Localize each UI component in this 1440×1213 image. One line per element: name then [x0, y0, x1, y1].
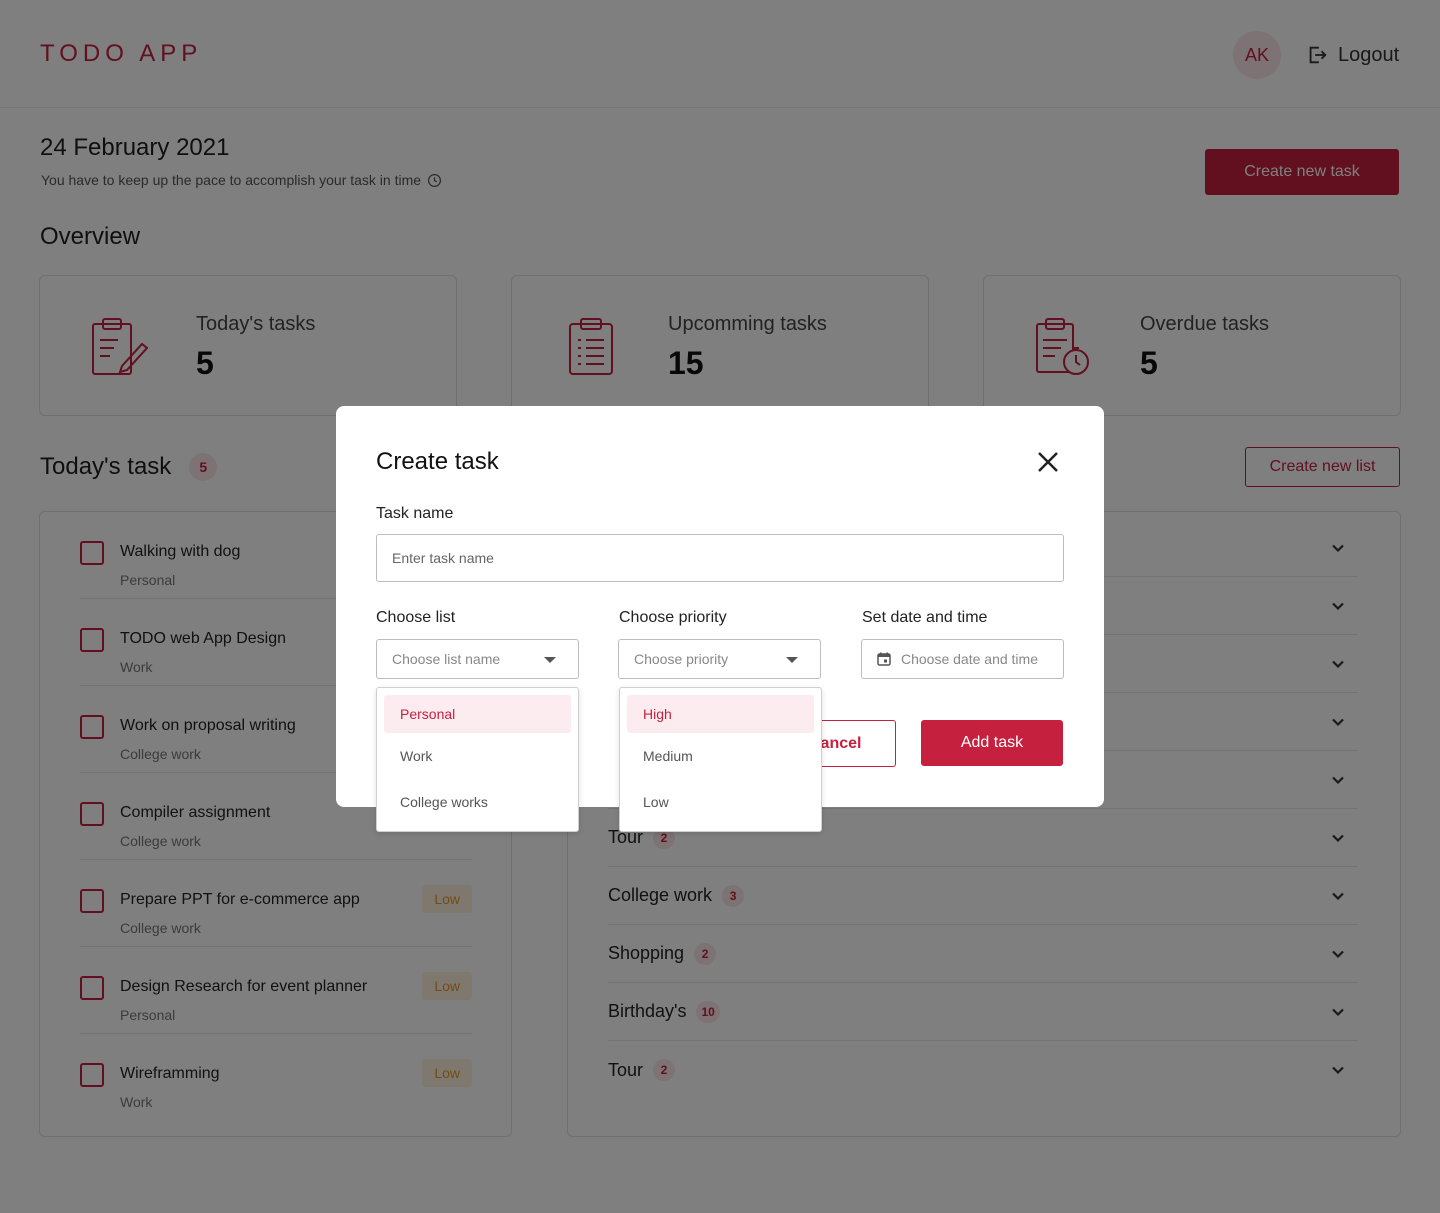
add-task-button[interactable]: Add task [921, 720, 1063, 766]
list-option-personal[interactable]: Personal [384, 695, 571, 733]
modal-title: Create task [376, 448, 499, 475]
date-time-placeholder: Choose date and time [901, 651, 1038, 667]
task-name-input[interactable] [376, 534, 1064, 582]
choose-priority-placeholder: Choose priority [634, 651, 729, 667]
priority-option-low[interactable]: Low [627, 779, 814, 825]
close-button[interactable] [1034, 448, 1062, 476]
date-time-picker[interactable]: Choose date and time [861, 639, 1064, 679]
caret-down-icon [544, 657, 556, 663]
cancel-button[interactable]: Cancel [809, 720, 896, 767]
task-name-label: Task name [376, 505, 454, 522]
choose-list-label: Choose list [376, 609, 456, 626]
calendar-icon [877, 652, 891, 666]
choose-list-select[interactable]: Choose list name [376, 639, 579, 679]
choose-list-placeholder: Choose list name [392, 651, 501, 667]
caret-down-icon [786, 657, 798, 663]
choose-list-dropdown: Personal Work College works [376, 687, 579, 832]
priority-option-medium[interactable]: Medium [627, 733, 814, 779]
choose-priority-dropdown: High Medium Low [619, 687, 822, 832]
list-option-work[interactable]: Work [384, 733, 571, 779]
date-time-label: Set date and time [862, 609, 988, 626]
choose-priority-select[interactable]: Choose priority [618, 639, 821, 679]
close-icon [1038, 452, 1058, 472]
list-option-college-works[interactable]: College works [384, 779, 571, 825]
choose-priority-label: Choose priority [619, 609, 727, 626]
priority-option-high[interactable]: High [627, 695, 814, 733]
